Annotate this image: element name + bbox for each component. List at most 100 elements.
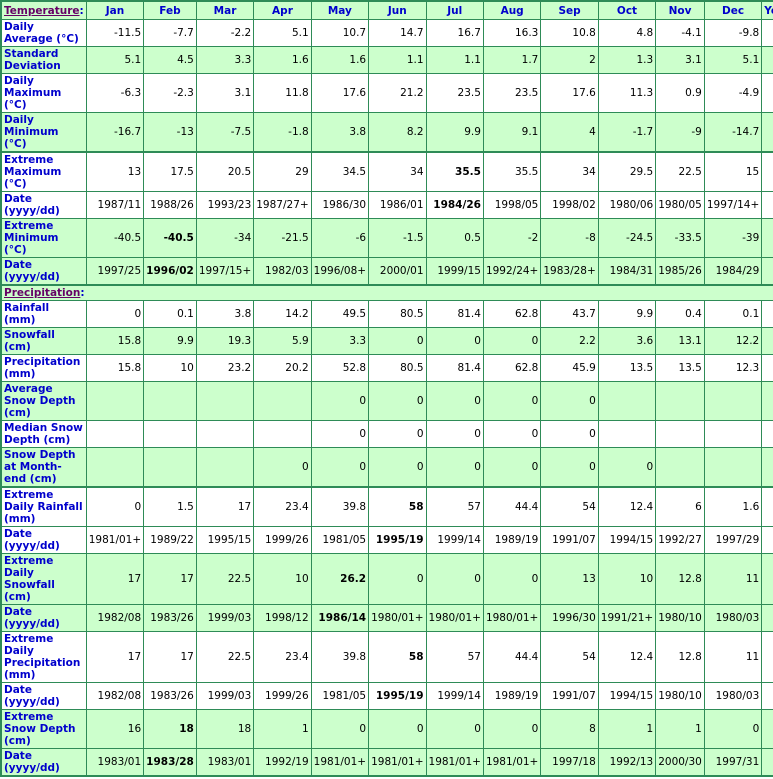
value-cell: 23.2 — [195, 354, 255, 382]
value-cell: 5.9 — [253, 327, 312, 355]
row-label: Date (yyyy/dd) — [0, 682, 87, 710]
value-cell: -33.5 — [655, 218, 705, 258]
value-cell: 12.4 — [597, 486, 657, 527]
value-cell: 1998/02 — [540, 191, 599, 219]
value-cell: 5.1 — [253, 19, 312, 47]
value-cell: 11 — [703, 553, 763, 605]
header-row: Temperature: Jan Feb Mar Apr May Jun Jul… — [0, 0, 773, 20]
value-cell: 1981/01+ — [85, 526, 145, 554]
value-cell: 17 — [195, 486, 255, 527]
value-cell: 0 — [482, 553, 542, 605]
value-cell: 1981/01+ — [425, 748, 484, 777]
value-cell: 14.2 — [253, 300, 312, 328]
value-cell: 3.1 — [655, 46, 705, 74]
value-cell: 0 — [703, 709, 763, 749]
value-cell: 21.2 — [368, 73, 427, 113]
value-cell: 12.4 — [597, 631, 657, 683]
value-cell: -39 — [703, 218, 763, 258]
row-label: Daily Minimum (°C) — [0, 112, 87, 153]
col-header-oct: Oct — [597, 0, 657, 20]
row-label: Extreme Minimum (°C) — [0, 218, 87, 258]
value-cell: 16.3 — [482, 19, 542, 47]
table-row: Average Snow Depth (cm)00000C — [0, 381, 773, 421]
value-cell: 12.8 — [655, 553, 705, 605]
value-cell: 0 — [425, 447, 484, 488]
value-cell: 44.4 — [482, 631, 542, 683]
value-cell: 20.2 — [253, 354, 312, 382]
value-cell: 1982/08 — [85, 682, 145, 710]
value-cell: 13 — [85, 151, 145, 192]
table-row: Extreme Daily Snowfall (cm) 17 17 22.5 10 26.… — [0, 553, 773, 605]
value-cell — [85, 381, 145, 421]
value-cell: -1.8 — [253, 112, 312, 153]
value-cell: 5.1 — [85, 46, 145, 74]
value-cell: 0 — [368, 553, 427, 605]
value-cell: 1989/19 — [482, 682, 542, 710]
value-cell: -8 — [540, 218, 599, 258]
value-cell: 1997/15+ — [195, 257, 255, 286]
value-cell: 9.1 — [482, 112, 542, 153]
precipitation-section-row: Precipitation: — [0, 284, 773, 301]
value-cell: 1986/30 — [310, 191, 370, 219]
value-cell: -40.5 — [85, 218, 145, 258]
value-cell: 1991/07 — [540, 682, 599, 710]
year-cell — [761, 553, 773, 605]
value-cell — [253, 381, 312, 421]
year-cell — [761, 327, 773, 355]
value-cell: 1981/01+ — [482, 748, 542, 777]
value-cell — [597, 420, 657, 448]
value-cell: 13.1 — [655, 327, 705, 355]
value-cell: 12.2 — [703, 327, 763, 355]
value-cell: 1997/14+ — [703, 191, 763, 219]
value-cell: 1989/19 — [482, 526, 542, 554]
value-cell — [85, 420, 145, 448]
value-cell: 23.4 — [253, 486, 312, 527]
table-row: Median Snow Depth (cm)00000C — [0, 420, 773, 448]
value-cell: 49.5 — [310, 300, 370, 328]
value-cell: 3.3 — [195, 46, 255, 74]
value-cell: 4.8 — [597, 19, 657, 47]
value-cell: 57 — [425, 631, 484, 683]
value-cell: 44.4 — [482, 486, 542, 527]
value-cell: 1980/01+ — [425, 604, 484, 632]
value-cell: 1984/26 — [425, 191, 484, 219]
year-cell — [761, 748, 773, 777]
value-cell: 3.6 — [597, 327, 657, 355]
row-label: Daily Average (°C) — [0, 19, 87, 47]
year-cell — [761, 46, 773, 74]
table-row: Date (yyyy/dd) 1997/25 1996/02 1997/15+ 1982… — [0, 257, 773, 286]
row-label: Median Snow Depth (cm) — [0, 420, 87, 448]
value-cell: 1986/01 — [368, 191, 427, 219]
col-header-apr: Apr — [253, 0, 312, 20]
value-cell: 1999/14 — [425, 526, 484, 554]
col-header-mar: Mar — [195, 0, 255, 20]
value-cell: 3.3 — [310, 327, 370, 355]
table-row: Date (yyyy/dd) 1982/08 1983/26 1999/03 1999/… — [0, 682, 773, 710]
value-cell: 17.5 — [143, 151, 197, 192]
value-cell: 1999/03 — [195, 604, 255, 632]
temperature-section-header: Temperature: — [0, 0, 87, 20]
value-cell: -14.7 — [703, 112, 763, 153]
value-cell: 1995/19 — [368, 682, 427, 710]
row-label: Daily Maximum (°C) — [0, 73, 87, 113]
value-cell: 1 — [597, 709, 657, 749]
year-cell — [761, 420, 773, 448]
value-cell: 18 — [195, 709, 255, 749]
temperature-section-link[interactable]: Temperature — [4, 5, 80, 17]
value-cell: 1983/01 — [195, 748, 255, 777]
value-cell: 62.8 — [482, 354, 542, 382]
col-header-jan: Jan — [85, 0, 145, 20]
value-cell: 0.4 — [655, 300, 705, 328]
value-cell — [195, 447, 255, 488]
value-cell: 1985/26 — [655, 257, 705, 286]
value-cell: 1993/23 — [195, 191, 255, 219]
value-cell — [597, 381, 657, 421]
precipitation-section-link[interactable]: Precipitation — [4, 287, 80, 299]
value-cell: 0.1 — [143, 300, 197, 328]
value-cell: -4.9 — [703, 73, 763, 113]
value-cell: 0 — [540, 447, 599, 488]
value-cell: 1983/28 — [143, 748, 197, 777]
table-row: Snow Depth at Month-end (cm)0000000C — [0, 447, 773, 488]
table-row: Extreme Daily Precipitation (mm) 17 17 22.5… — [0, 631, 773, 683]
value-cell: -2.3 — [143, 73, 197, 113]
